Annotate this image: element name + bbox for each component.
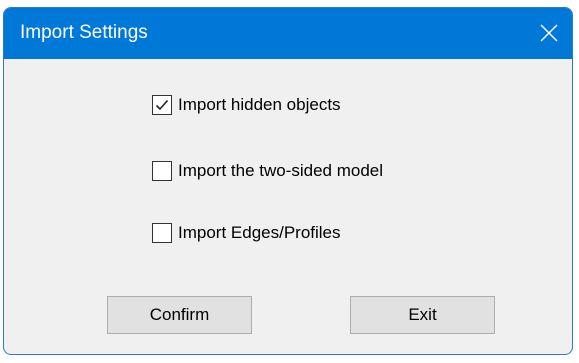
option-label: Import Edges/Profiles: [178, 223, 341, 242]
confirm-button[interactable]: Confirm: [107, 296, 252, 334]
checkbox-import-two-sided-model[interactable]: [152, 161, 172, 181]
close-button[interactable]: [526, 8, 572, 59]
option-label: Import hidden objects: [178, 95, 341, 114]
close-icon: [540, 24, 558, 42]
checkmark-icon: [155, 99, 169, 111]
import-settings-dialog: Import Settings Import hidden objects Im…: [3, 7, 573, 355]
exit-button[interactable]: Exit: [350, 296, 495, 334]
option-label: Import the two-sided model: [178, 161, 384, 180]
checkbox-import-hidden-objects[interactable]: [152, 95, 172, 115]
window-title: Import Settings: [20, 22, 148, 43]
dialog-content: Import hidden objects Import the two-sid…: [4, 59, 572, 354]
title-bar: Import Settings: [4, 8, 572, 59]
checkbox-import-edges-profiles[interactable]: [152, 223, 172, 243]
